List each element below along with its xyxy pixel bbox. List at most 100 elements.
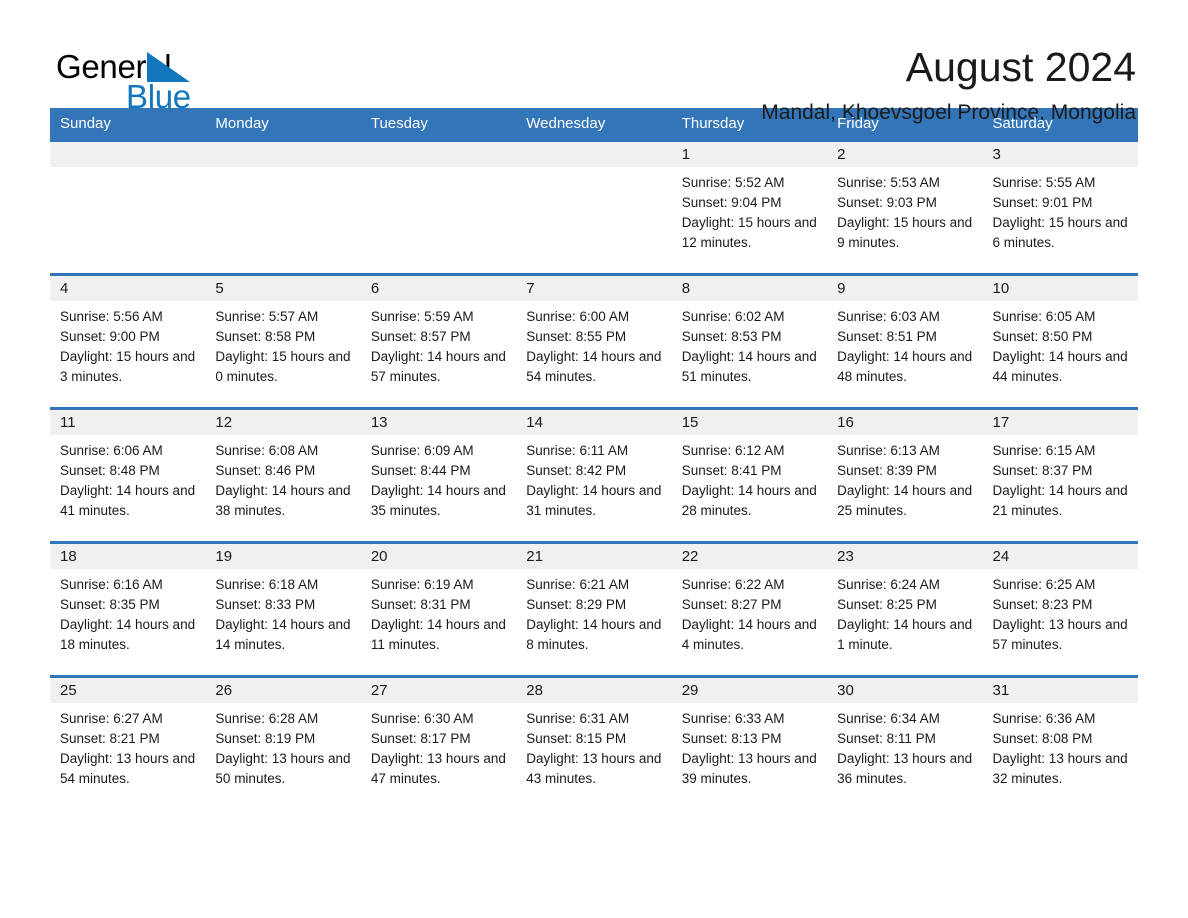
calendar-day-cell[interactable]: 17 Sunrise: 6:15 AM Sunset: 8:37 PM Dayligh… [982,407,1138,541]
calendar-day-cell[interactable]: 12 Sunrise: 6:08 AM Sunset: 8:46 PM Dayligh… [205,407,361,541]
day-cell-10: 10 Sunrise: 6:05 AM Sunset: 8:50 PM Dayligh… [982,273,1138,407]
daylight-text: Daylight: 14 hours and 21 minutes. [992,483,1128,518]
daylight-text: Daylight: 14 hours and 11 minutes. [370,617,506,652]
sunrise-text: Sunrise: 6:31 AM [526,711,630,726]
day-cell-5: 5 Sunrise: 5:57 AM Sunset: 8:58 PM Daylight… [205,273,361,407]
day-cell-9: 9 Sunrise: 6:03 AM Sunset: 8:51 PM Daylight… [827,273,983,407]
sunrise-text: Sunrise: 6:34 AM [837,711,940,726]
sunset-text: Sunset: 8:41 PM [681,463,782,478]
sunset-text: Sunset: 8:35 PM [60,597,160,612]
calendar-day-cell[interactable]: 10 Sunrise: 6:05 AM Sunset: 8:50 PM Dayligh… [982,273,1138,407]
day-number: 3 [982,142,1138,167]
day-cell-empty [516,139,672,273]
calendar-day-cell[interactable]: 13 Sunrise: 6:09 AM Sunset: 8:44 PM Dayligh… [360,407,517,541]
calendar-day-cell[interactable]: 18 Sunrise: 6:16 AM Sunset: 8:35 PM Dayligh… [50,541,206,675]
calendar-day-cell[interactable]: 9 Sunrise: 6:03 AM Sunset: 8:51 PM Daylight… [827,273,983,407]
sunset-text: Sunset: 8:33 PM [215,597,316,612]
day-cell-empty [205,139,361,273]
sunrise-text: Sunrise: 5:57 AM [215,309,319,324]
daylight-text: Daylight: 14 hours and 51 minutes. [681,349,817,384]
day-number: 19 [205,544,361,569]
day-sun-info: Sunrise: 6:21 AM Sunset: 8:29 PM Daylight:… [516,569,671,655]
calendar-day-cell[interactable]: 23 Sunrise: 6:24 AM Sunset: 8:25 PM Dayligh… [827,541,983,675]
calendar-day-cell[interactable]: 24 Sunrise: 6:25 AM Sunset: 8:23 PM Dayligh… [982,541,1138,675]
calendar-day-cell[interactable]: 27 Sunrise: 6:30 AM Sunset: 8:17 PM Dayligh… [360,675,517,809]
day-cell-26: 26 Sunrise: 6:28 AM Sunset: 8:19 PM Dayligh… [205,675,361,809]
day-sun-info: Sunrise: 5:53 AM Sunset: 9:03 PM Daylight:… [827,167,982,253]
daylight-text: Daylight: 14 hours and 4 minutes. [681,617,817,652]
daylight-text: Daylight: 13 hours and 32 minutes. [992,751,1128,786]
daylight-text: Daylight: 13 hours and 47 minutes. [370,751,506,786]
calendar-day-cell[interactable]: 21 Sunrise: 6:21 AM Sunset: 8:29 PM Dayligh… [516,541,672,675]
sunset-text: Sunset: 8:46 PM [215,463,316,478]
calendar-day-cell[interactable]: 15 Sunrise: 6:12 AM Sunset: 8:41 PM Dayligh… [671,407,828,541]
calendar-day-cell[interactable]: 31 Sunrise: 6:36 AM Sunset: 8:08 PM Dayligh… [982,675,1138,809]
calendar-day-cell[interactable]: 4 Sunrise: 5:56 AM Sunset: 9:00 PM Daylight… [50,273,206,407]
day-number: 17 [982,410,1138,435]
calendar-day-cell[interactable]: 20 Sunrise: 6:19 AM Sunset: 8:31 PM Dayligh… [360,541,517,675]
sunrise-text: Sunrise: 6:16 AM [60,577,163,592]
calendar-day-cell[interactable]: 19 Sunrise: 6:18 AM Sunset: 8:33 PM Dayligh… [205,541,361,675]
daylight-text: Daylight: 13 hours and 39 minutes. [681,751,817,786]
sunrise-text: Sunrise: 6:24 AM [837,577,940,592]
daylight-text: Daylight: 13 hours and 54 minutes. [60,751,196,786]
sunset-text: Sunset: 8:08 PM [992,731,1093,746]
calendar-day-cell[interactable]: 14 Sunrise: 6:11 AM Sunset: 8:42 PM Dayligh… [516,407,672,541]
calendar-day-cell[interactable]: 28 Sunrise: 6:31 AM Sunset: 8:15 PM Dayligh… [516,675,672,809]
sunset-text: Sunset: 8:37 PM [992,463,1093,478]
day-cell-20: 20 Sunrise: 6:19 AM Sunset: 8:31 PM Dayligh… [360,541,517,675]
day-sun-info: Sunrise: 6:36 AM Sunset: 8:08 PM Daylight:… [983,703,1138,789]
calendar-day-cell[interactable]: 25 Sunrise: 6:27 AM Sunset: 8:21 PM Dayligh… [50,675,206,809]
day-cell-13: 13 Sunrise: 6:09 AM Sunset: 8:44 PM Dayligh… [360,407,517,541]
day-number: 9 [827,276,983,301]
day-sun-info: Sunrise: 6:22 AM Sunset: 8:27 PM Daylight:… [672,569,827,655]
logo-text-blue: Blue [126,78,191,115]
sunrise-text: Sunrise: 6:05 AM [992,309,1096,324]
daylight-text: Daylight: 14 hours and 8 minutes. [526,617,662,652]
day-sun-info: Sunrise: 6:15 AM Sunset: 8:37 PM Daylight:… [983,435,1138,521]
day-cell-3: 3 Sunrise: 5:55 AM Sunset: 9:01 PM Daylight… [982,139,1138,273]
sunset-text: Sunset: 8:21 PM [60,731,160,746]
daylight-text: Daylight: 14 hours and 57 minutes. [370,349,506,384]
day-number: 28 [516,678,672,703]
day-sun-info: Sunrise: 6:24 AM Sunset: 8:25 PM Daylight:… [827,569,982,655]
calendar-day-cell[interactable]: 26 Sunrise: 6:28 AM Sunset: 8:19 PM Dayligh… [205,675,361,809]
sunset-text: Sunset: 8:19 PM [215,731,316,746]
day-sun-info: Sunrise: 5:59 AM Sunset: 8:57 PM Daylight:… [361,301,516,387]
calendar-day-cell[interactable]: 2 Sunrise: 5:53 AM Sunset: 9:03 PM Daylight… [827,139,983,273]
sunrise-text: Sunrise: 6:18 AM [215,577,319,592]
calendar-day-cell[interactable]: 3 Sunrise: 5:55 AM Sunset: 9:01 PM Daylight… [982,139,1138,273]
calendar-day-cell[interactable]: 6 Sunrise: 5:59 AM Sunset: 8:57 PM Daylight… [360,273,517,407]
sunset-text: Sunset: 8:48 PM [60,463,160,478]
calendar-day-cell[interactable]: 22 Sunrise: 6:22 AM Sunset: 8:27 PM Dayligh… [671,541,828,675]
sunset-text: Sunset: 8:39 PM [837,463,937,478]
sunset-text: Sunset: 8:11 PM [837,731,936,746]
calendar-day-cell[interactable]: 7 Sunrise: 6:00 AM Sunset: 8:55 PM Daylight… [516,273,672,407]
sunset-text: Sunset: 8:27 PM [681,597,782,612]
calendar-day-cell[interactable]: 1 Sunrise: 5:52 AM Sunset: 9:04 PM Daylight… [671,139,828,273]
calendar-page: General Blue August 2024 Mandal, Khoevsg… [0,0,1188,918]
daylight-text: Daylight: 15 hours and 0 minutes. [215,349,351,384]
day-cell-6: 6 Sunrise: 5:59 AM Sunset: 8:57 PM Daylight… [360,273,517,407]
day-sun-info: Sunrise: 6:25 AM Sunset: 8:23 PM Daylight:… [983,569,1138,655]
calendar-day-cell[interactable]: 29 Sunrise: 6:33 AM Sunset: 8:13 PM Dayligh… [671,675,828,809]
day-cell-2: 2 Sunrise: 5:53 AM Sunset: 9:03 PM Daylight… [827,139,983,273]
sunset-text: Sunset: 8:57 PM [370,329,471,344]
general-blue-logo[interactable]: General Blue [50,44,200,116]
day-sun-info: Sunrise: 6:31 AM Sunset: 8:15 PM Daylight:… [516,703,671,789]
calendar-day-cell[interactable]: 8 Sunrise: 6:02 AM Sunset: 8:53 PM Daylight… [671,273,828,407]
day-cell-1: 1 Sunrise: 5:52 AM Sunset: 9:04 PM Daylight… [671,139,828,273]
daylight-text: Daylight: 14 hours and 14 minutes. [215,617,351,652]
daylight-text: Daylight: 13 hours and 43 minutes. [526,751,662,786]
day-sun-info: Sunrise: 6:11 AM Sunset: 8:42 PM Daylight:… [516,435,671,521]
daylight-text: Daylight: 14 hours and 38 minutes. [215,483,351,518]
sunrise-text: Sunrise: 6:36 AM [992,711,1096,726]
calendar-day-cell[interactable]: 30 Sunrise: 6:34 AM Sunset: 8:11 PM Dayligh… [827,675,983,809]
day-sun-info: Sunrise: 6:27 AM Sunset: 8:21 PM Daylight:… [50,703,205,789]
sunrise-text: Sunrise: 6:21 AM [526,577,630,592]
calendar-day-cell[interactable]: 16 Sunrise: 6:13 AM Sunset: 8:39 PM Dayligh… [827,407,983,541]
calendar-day-cell[interactable]: 5 Sunrise: 5:57 AM Sunset: 8:58 PM Daylight… [205,273,361,407]
daylight-text: Daylight: 14 hours and 54 minutes. [526,349,662,384]
day-number [205,142,361,167]
calendar-day-cell[interactable]: 11 Sunrise: 6:06 AM Sunset: 8:48 PM Dayligh… [50,407,206,541]
